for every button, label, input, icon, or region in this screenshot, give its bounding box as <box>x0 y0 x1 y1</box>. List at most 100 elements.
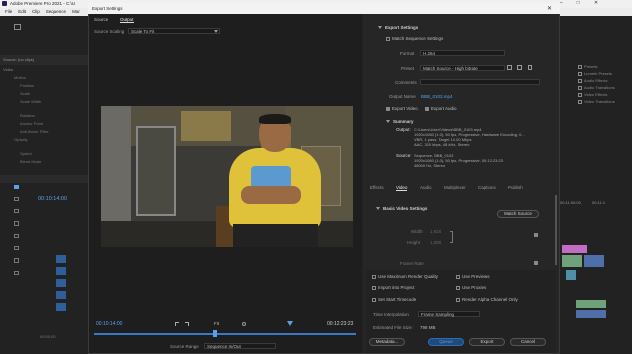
source-range-label: Source Range <box>170 344 199 349</box>
time-interp-label: Time Interpolation <box>373 312 409 317</box>
playhead-handle[interactable] <box>212 330 217 337</box>
menu-clip[interactable]: Clip <box>32 8 40 16</box>
minimize-button[interactable]: – <box>560 0 563 8</box>
bg-timecode: 00:10:14:00 <box>38 196 68 202</box>
tab-effects[interactable]: Effects <box>370 185 384 190</box>
slip-icon[interactable] <box>14 233 19 239</box>
source-scaling-value: Scale To Fit <box>131 29 155 34</box>
effects-audio-transitions[interactable]: Audio Transitions <box>578 84 615 91</box>
selection-tool-icon[interactable] <box>14 185 19 189</box>
tab-multiplexer[interactable]: Multiplexer <box>444 185 466 190</box>
tab-source[interactable]: Source <box>94 17 108 22</box>
comments-input[interactable] <box>420 79 540 85</box>
source-range-value: Sequence In/Out <box>207 344 241 349</box>
export-button[interactable]: Export <box>469 338 505 346</box>
width-value[interactable]: 1,920 <box>430 229 441 234</box>
menu-markers[interactable]: Mar <box>72 8 80 16</box>
match-width-checkbox[interactable] <box>534 233 538 237</box>
basic-video-header: Basic Video Settings <box>376 206 427 211</box>
tab-video[interactable]: Video <box>396 185 408 191</box>
video-preview <box>101 106 353 247</box>
ripple-edit-icon[interactable] <box>14 209 19 214</box>
person-legs <box>233 224 318 247</box>
track-select-icon[interactable] <box>14 196 19 202</box>
type-icon[interactable] <box>14 270 19 276</box>
folder-icon <box>578 78 582 83</box>
fx-opacity[interactable]: Opacity <box>14 136 49 144</box>
link-icon[interactable] <box>450 231 453 243</box>
settings-scrollbar[interactable] <box>555 195 557 265</box>
folder-icon <box>578 71 582 76</box>
dialog-titlebar <box>88 3 560 14</box>
export-video-checkbox[interactable]: Export Video <box>386 106 418 111</box>
effects-video-transitions[interactable]: Video Transitions <box>578 98 615 105</box>
fx-speed: Speed <box>20 151 32 156</box>
summary-source-label: Source: <box>396 153 412 158</box>
use-proxies-checkbox[interactable]: Use Proxies <box>456 285 486 290</box>
playhead-marker-icon[interactable] <box>287 321 293 326</box>
home-icon[interactable] <box>14 24 21 30</box>
bg-effects-list: Presets Lumetri Presets Audio Effects Au… <box>578 63 615 105</box>
effects-audio-effects[interactable]: Audio Effects <box>578 77 615 84</box>
mark-in-icon[interactable] <box>175 322 179 326</box>
import-project-checkbox[interactable]: Import into Project <box>372 285 415 290</box>
close-button[interactable]: ✕ <box>594 0 598 8</box>
fx-motion[interactable]: Motion <box>14 74 49 82</box>
summary-output-label: Output: <box>396 127 411 132</box>
use-previews-checkbox[interactable]: Use Previews <box>456 274 490 279</box>
match-framerate-checkbox[interactable] <box>534 261 538 265</box>
delete-preset-icon[interactable] <box>528 65 532 70</box>
settings-icon[interactable] <box>242 322 246 326</box>
height-label: Height <box>407 240 421 245</box>
tab-publish[interactable]: Publish <box>508 185 523 190</box>
match-sequence-checkbox[interactable]: Match Sequence Settings <box>386 36 443 41</box>
alpha-only-checkbox[interactable]: Render Alpha Channel Only <box>456 297 518 302</box>
save-preset-icon[interactable] <box>507 65 512 70</box>
frame-rate-label: Frame Rate <box>400 261 424 266</box>
person-hair <box>259 114 291 124</box>
export-settings-header: Export Settings <box>378 25 418 30</box>
bg-tracks <box>50 215 90 335</box>
fx-rotation: Rotation <box>20 113 35 118</box>
output-name-link[interactable]: BBB_0103.mp4 <box>421 94 453 99</box>
razor-icon[interactable] <box>14 221 19 226</box>
summary-header: Summary <box>386 119 414 124</box>
height-value[interactable]: 1,080 <box>430 240 441 245</box>
dialog-close-button[interactable]: ✕ <box>547 5 552 12</box>
mark-out-icon[interactable] <box>185 322 189 326</box>
cancel-button[interactable]: Cancel <box>510 338 546 346</box>
effects-lumetri[interactable]: Lumetri Presets <box>578 70 615 77</box>
queue-button[interactable]: Queue <box>428 338 464 346</box>
fit-select[interactable]: Fit <box>214 321 219 326</box>
maximize-button[interactable]: □ <box>577 0 580 8</box>
menu-file[interactable]: File <box>5 8 12 16</box>
match-source-button[interactable]: Match Source <box>497 210 539 218</box>
timecode-out: 00:12:23:23 <box>327 321 354 327</box>
metadata-button[interactable]: Metadata... <box>369 338 405 346</box>
start-timecode-checkbox[interactable]: Set Start Timecode <box>372 297 416 302</box>
hand-icon[interactable] <box>14 258 19 263</box>
chevron-down-icon <box>214 30 218 33</box>
fx-position: Position <box>20 83 35 88</box>
tab-captions[interactable]: Captions <box>478 185 496 190</box>
export-audio-checkbox[interactable]: Export Audio <box>425 106 457 111</box>
pen-icon[interactable] <box>14 246 19 251</box>
bg-timecode-small: 00:00:00 <box>40 334 56 339</box>
menu-sequence[interactable]: Sequence <box>46 8 66 16</box>
person-hands <box>241 186 301 204</box>
width-label: Width <box>411 229 423 234</box>
effects-presets[interactable]: Presets <box>578 63 615 70</box>
import-preset-icon[interactable] <box>517 65 522 70</box>
time-interp-value: Frame Sampling <box>421 312 455 317</box>
tab-output[interactable]: Output <box>120 17 134 23</box>
bg-tools <box>14 185 22 276</box>
max-render-checkbox[interactable]: Use Maximum Render Quality <box>372 274 438 279</box>
fx-scale: Scale <box>20 91 31 96</box>
menu-edit[interactable]: Edit <box>18 8 26 16</box>
fx-anchor: Anchor Point <box>20 121 43 126</box>
source-range-fill <box>94 333 356 335</box>
tab-audio[interactable]: Audio <box>420 185 432 190</box>
effects-video-effects[interactable]: Video Effects <box>578 91 615 98</box>
fx-antiflicker: Anti-flicker Filter <box>20 129 49 134</box>
window-controls: – □ ✕ <box>560 0 598 8</box>
